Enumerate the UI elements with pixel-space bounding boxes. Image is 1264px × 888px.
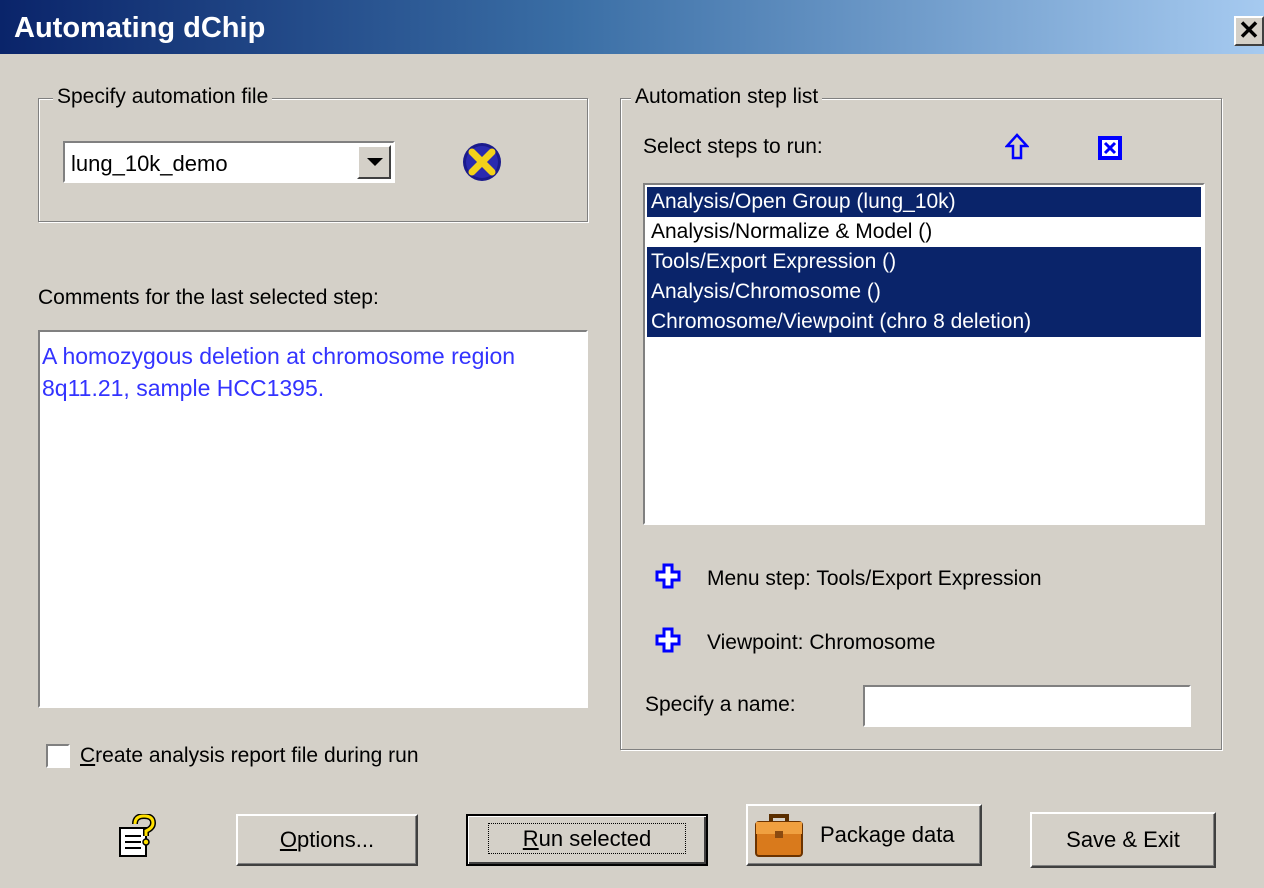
create-report-label: Create analysis report file during run — [80, 744, 419, 767]
plus-icon — [655, 627, 681, 653]
help-button[interactable] — [118, 812, 157, 858]
steps-listbox[interactable]: Analysis/Open Group (lung_10k) Analysis/… — [643, 183, 1205, 525]
step-list-group-label: Automation step list — [631, 85, 823, 109]
list-item-step-5[interactable]: Chromosome/Viewpoint (chro 8 deletion) — [647, 307, 1201, 337]
chevron-down-icon[interactable] — [357, 145, 391, 179]
run-selected-button[interactable]: Run selected — [466, 814, 708, 866]
automation-file-group-label: Specify automation file — [53, 85, 273, 109]
automation-file-combobox[interactable]: lung_10k_demo — [63, 141, 395, 183]
help-question-icon — [119, 812, 157, 857]
close-icon: ✕ — [1238, 15, 1260, 45]
save-exit-button[interactable]: Save & Exit — [1030, 812, 1216, 868]
list-item-step-4[interactable]: Analysis/Chromosome () — [647, 277, 1201, 307]
create-report-checkbox[interactable] — [46, 744, 70, 768]
plus-icon — [655, 563, 681, 589]
delete-file-icon — [463, 143, 501, 181]
options-button[interactable]: Options... — [236, 814, 418, 866]
viewpoint-label: Viewpoint: Chromosome — [707, 631, 936, 654]
delete-step-button[interactable] — [1097, 135, 1123, 161]
automation-file-group: Specify automation file lung_10k_demo — [38, 85, 588, 222]
package-data-label: Package data — [820, 822, 955, 847]
add-viewpoint-button[interactable] — [655, 627, 681, 653]
list-item-step-2[interactable]: Analysis/Normalize & Model () — [647, 217, 1201, 247]
automation-step-list-group: Automation step list Select steps to run… — [620, 85, 1222, 750]
clear-file-button[interactable] — [461, 141, 503, 183]
comments-textarea[interactable]: A homozygous deletion at chromosome regi… — [38, 330, 588, 708]
specify-name-label: Specify a name: — [645, 693, 796, 716]
delete-step-icon — [1098, 136, 1122, 160]
move-up-button[interactable] — [1004, 133, 1030, 161]
package-data-button[interactable]: Package data — [746, 804, 982, 866]
automation-file-value: lung_10k_demo — [71, 151, 228, 176]
up-arrow-icon — [1004, 133, 1030, 160]
select-steps-label: Select steps to run: — [643, 135, 823, 158]
window-title: Automating dChip — [14, 12, 266, 44]
close-button[interactable]: ✕ — [1234, 16, 1264, 46]
title-bar: Automating dChip — [0, 0, 1264, 54]
list-item-step-3[interactable]: Tools/Export Expression () — [647, 247, 1201, 277]
list-item-step-1[interactable]: Analysis/Open Group (lung_10k) — [647, 187, 1201, 217]
briefcase-icon — [755, 814, 803, 857]
menu-step-label: Menu step: Tools/Export Expression — [707, 567, 1042, 590]
comments-text: A homozygous deletion at chromosome regi… — [42, 343, 516, 401]
add-menu-step-button[interactable] — [655, 563, 681, 589]
comments-label: Comments for the last selected step: — [38, 286, 379, 309]
step-name-input[interactable] — [863, 685, 1191, 727]
save-exit-label: Save & Exit — [1066, 827, 1180, 852]
